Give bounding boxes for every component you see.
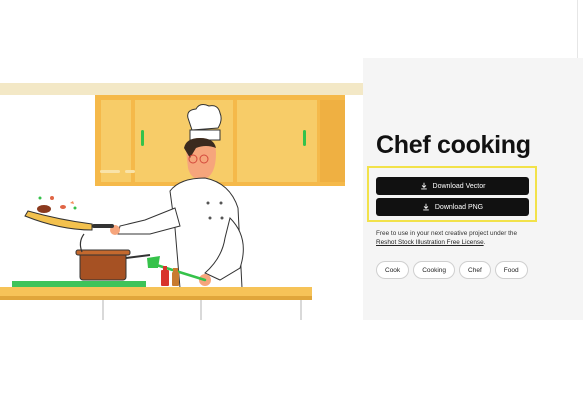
top-navigation-bar xyxy=(160,0,583,59)
tag-cooking[interactable]: Cooking xyxy=(413,261,456,279)
license-suffix: . xyxy=(483,239,486,246)
tag-list: Cook Cooking Chef Food xyxy=(376,261,528,279)
license-prefix: Free to use in your next creative projec… xyxy=(376,230,518,237)
divider xyxy=(577,0,578,58)
download-png-button[interactable]: Download PNG xyxy=(376,198,529,216)
license-link[interactable]: Reshot Stock Illustration Free License xyxy=(376,239,484,246)
license-text: Free to use in your next creative projec… xyxy=(376,229,556,247)
tag-cook[interactable]: Cook xyxy=(376,261,410,279)
download-icon xyxy=(420,182,427,190)
tag-food[interactable]: Food xyxy=(494,261,528,279)
download-icon xyxy=(423,203,429,211)
download-png-label: Download PNG xyxy=(434,203,484,211)
illustration-area xyxy=(0,58,363,320)
download-vector-label: Download Vector xyxy=(432,182,486,190)
download-vector-button[interactable]: Download Vector xyxy=(376,177,529,195)
tag-chef[interactable]: Chef xyxy=(459,261,491,279)
chef-cooking-illustration xyxy=(0,83,363,320)
details-panel: Chef cooking Download Vector Download PN… xyxy=(363,58,583,320)
page-title: Chef cooking xyxy=(376,131,531,159)
